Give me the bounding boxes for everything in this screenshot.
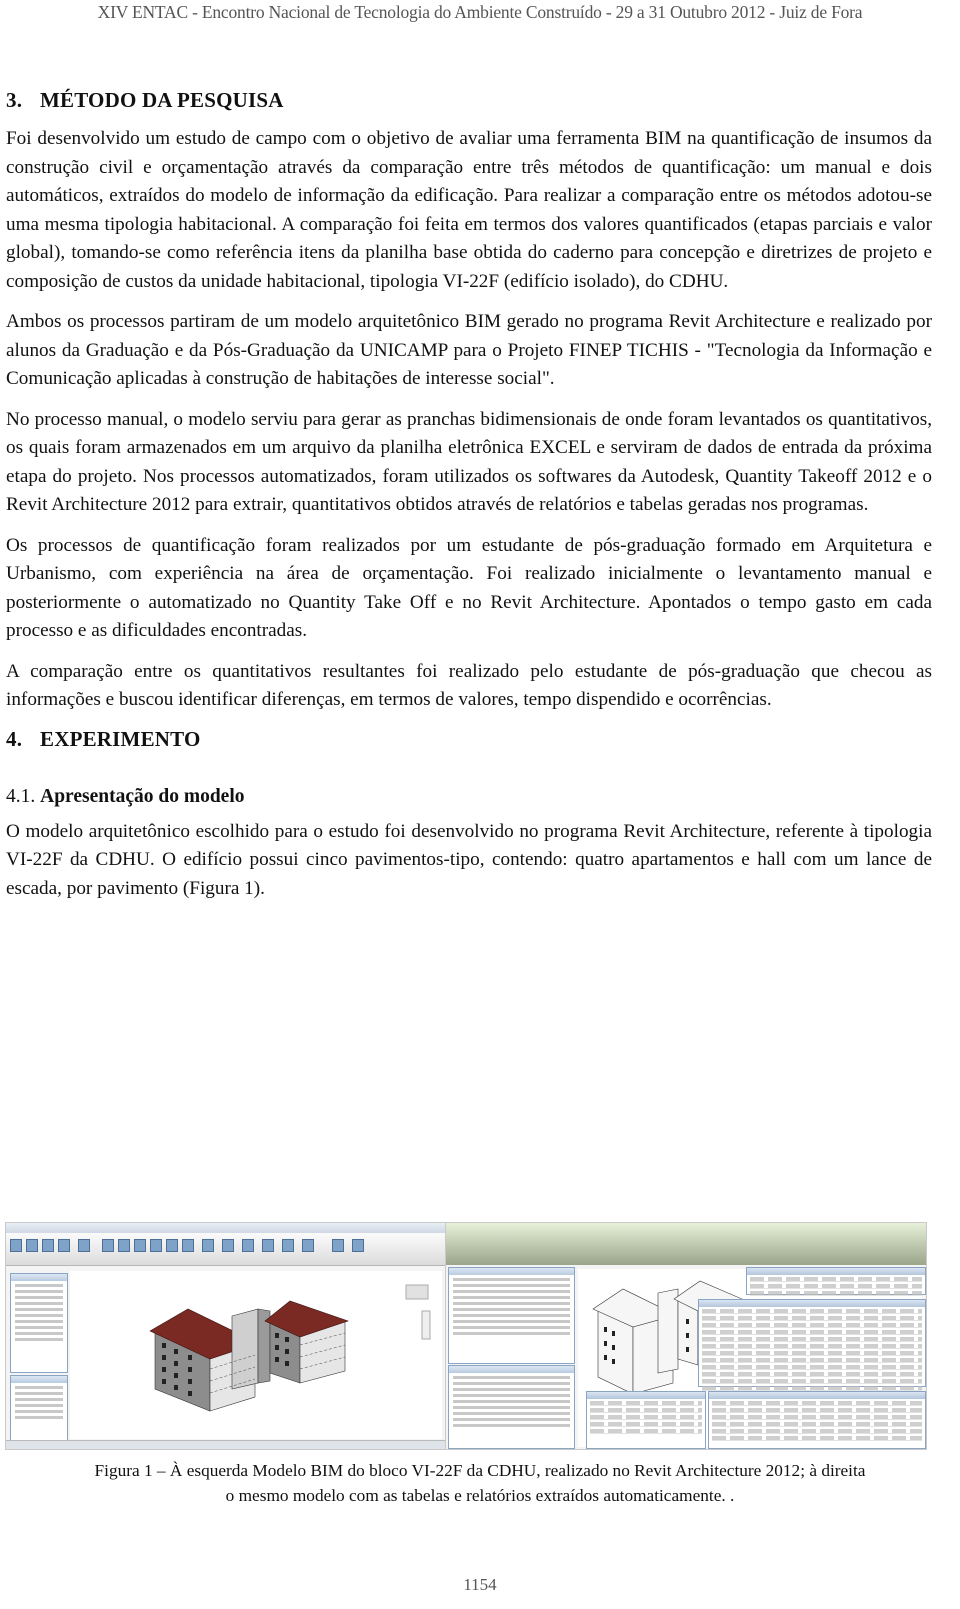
project-browser-panel[interactable]	[10, 1375, 68, 1441]
revit-3d-model-screenshot	[5, 1222, 447, 1450]
curtain-system-icon	[166, 1239, 178, 1252]
section-title: EXPERIMENTO	[40, 726, 201, 751]
3d-view-canvas[interactable]	[70, 1271, 442, 1439]
wall-schedule-table[interactable]	[698, 1299, 926, 1391]
railing-icon	[202, 1239, 214, 1252]
subsection-title: Apresentação do modelo	[40, 785, 245, 807]
paragraph: O modelo arquitetônico escolhido para o …	[6, 820, 932, 899]
ceiling-icon	[134, 1239, 146, 1252]
viewcube-icon[interactable]	[405, 1284, 429, 1300]
wall-icon	[26, 1239, 38, 1252]
window-icon	[58, 1239, 70, 1252]
section-title: MÉTODO DA PESQUISA	[40, 88, 284, 112]
paragraph: Foi desenvolvido um estudo de campo com …	[6, 128, 932, 292]
page-number: 1154	[463, 1575, 497, 1594]
navigation-bar[interactable]	[421, 1310, 431, 1340]
caption-line: o mesmo modelo com as tabelas e relatóri…	[225, 1486, 735, 1505]
page-content: 3. MÉTODO DA PESQUISA Foi desenvolvido um…	[6, 88, 932, 915]
modify-schedule-ribbon	[446, 1223, 926, 1265]
paragraph: A comparação entre os quantitativos resu…	[6, 660, 932, 711]
section-4-heading: 4. EXPERIMENTO	[6, 727, 932, 752]
roof-icon	[118, 1239, 130, 1252]
grid-icon	[352, 1239, 364, 1252]
section-3-heading: 3. MÉTODO DA PESQUISA	[6, 88, 932, 113]
modify-icon	[10, 1239, 22, 1252]
ramp-icon	[222, 1239, 234, 1252]
material-takeoff-schedule[interactable]	[586, 1391, 706, 1449]
status-bar	[6, 1440, 446, 1449]
revit-model-with-schedules-screenshot	[445, 1222, 927, 1450]
figure-1	[5, 1222, 927, 1450]
area-icon	[282, 1239, 294, 1252]
level-icon	[332, 1239, 344, 1252]
app-titlebar	[6, 1223, 446, 1233]
subsection-4-1-heading: 4.1. Apresentação do modelo	[6, 786, 932, 808]
subsection-number: 4.1.	[6, 785, 36, 807]
figure-caption: Figura 1 – À esquerda Modelo BIM do bloc…	[0, 1458, 960, 1508]
building-3d-model	[149, 1284, 431, 1412]
project-browser-panel[interactable]	[448, 1365, 575, 1449]
floor-icon	[150, 1239, 162, 1252]
floor-material-takeoff-schedule[interactable]	[746, 1267, 926, 1296]
component-icon	[78, 1239, 90, 1252]
paragraph: Os processos de quantificação foram real…	[6, 534, 932, 642]
running-header: XIV ENTAC - Encontro Nacional de Tecnolo…	[97, 2, 863, 22]
section-number: 3.	[6, 88, 23, 112]
properties-panel[interactable]	[448, 1267, 575, 1364]
app-ribbon	[6, 1233, 446, 1266]
door-icon	[42, 1239, 54, 1252]
properties-panel[interactable]	[10, 1273, 68, 1373]
stair-icon	[242, 1239, 254, 1252]
tag-icon	[302, 1239, 314, 1252]
column-icon	[102, 1239, 114, 1252]
room-icon	[262, 1239, 274, 1252]
paragraph: Ambos os processos partiram de um modelo…	[6, 311, 932, 389]
section-number: 4.	[6, 726, 23, 751]
caption-line: Figura 1 – À esquerda Modelo BIM do bloc…	[94, 1461, 866, 1480]
wall-material-takeoff-schedule[interactable]	[708, 1391, 926, 1449]
curtain-grid-icon	[182, 1239, 194, 1252]
paragraph: No processo manual, o modelo serviu para…	[6, 408, 932, 516]
